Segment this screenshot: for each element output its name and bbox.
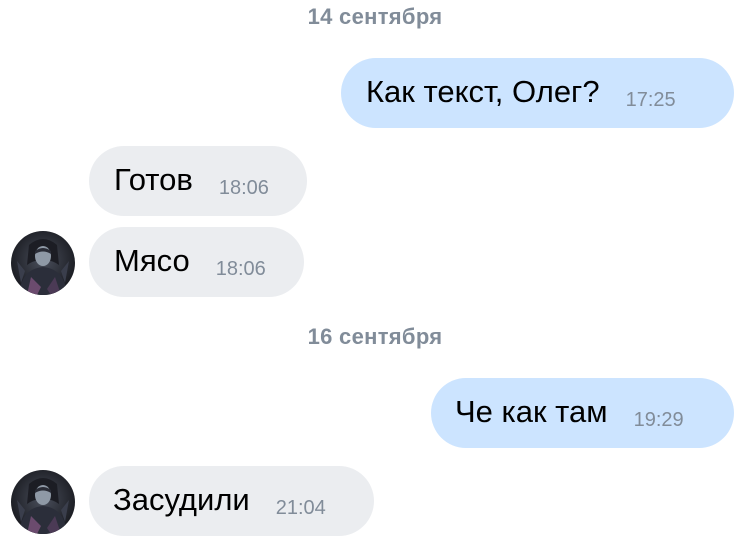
date-separator: 14 сентября — [307, 4, 443, 29]
message-time: 18:06 — [215, 257, 266, 280]
message-time: 19:29 — [633, 408, 684, 431]
message-text: Че как там — [455, 393, 608, 429]
message-time: 18:06 — [218, 176, 269, 199]
message-text: Мясо — [114, 242, 190, 278]
message-incoming[interactable]: Мясо 18:06 — [89, 227, 304, 297]
message-time: 21:04 — [275, 496, 326, 519]
message-text: Как текст, Олег? — [366, 73, 600, 109]
avatar[interactable] — [11, 231, 75, 295]
message-time: 17:25 — [625, 88, 676, 111]
user-avatar-icon — [11, 231, 75, 295]
message-outgoing[interactable]: Как текст, Олег? 17:25 — [341, 58, 734, 128]
date-separator: 16 сентября — [307, 324, 443, 349]
user-avatar-icon — [11, 470, 75, 534]
message-text: Готов — [114, 161, 193, 197]
message-text: Засудили — [113, 481, 250, 517]
message-outgoing[interactable]: Че как там 19:29 — [431, 378, 734, 448]
message-incoming[interactable]: Готов 18:06 — [89, 146, 307, 216]
message-incoming[interactable]: Засудили 21:04 — [89, 466, 374, 536]
avatar[interactable] — [11, 470, 75, 534]
